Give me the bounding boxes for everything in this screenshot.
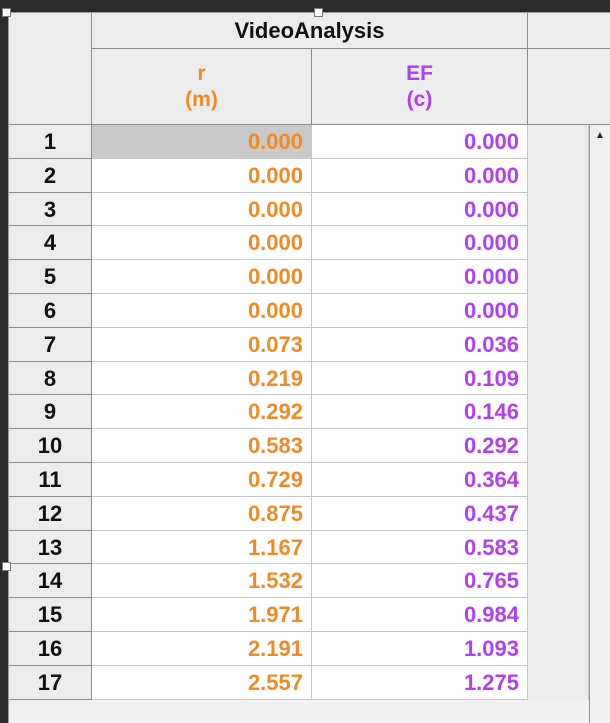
data-table: VideoAnalysis r (m) EF (c) 1 0.000 0.000 2 0…	[8, 12, 610, 723]
cell-ef[interactable]: 0.000	[312, 158, 528, 193]
cell-ef[interactable]: 0.292	[312, 429, 528, 463]
empty-cell	[528, 361, 589, 396]
cell-ef[interactable]: 0.000	[312, 226, 528, 261]
cell-r[interactable]: 2.191	[92, 632, 312, 666]
row-number[interactable]: 11	[9, 463, 92, 497]
group-header-row: VideoAnalysis	[9, 13, 610, 49]
empty-cell	[528, 632, 589, 666]
resize-handle-icon[interactable]	[314, 8, 323, 17]
cell-r[interactable]: 2.557	[92, 665, 312, 700]
empty-cell	[528, 496, 589, 531]
cell-r[interactable]: 0.000	[92, 294, 312, 328]
row-number[interactable]: 7	[9, 327, 92, 362]
row-number[interactable]: 3	[9, 192, 92, 227]
empty-cell	[528, 125, 589, 159]
corner-cell-lower	[9, 49, 92, 125]
row-number[interactable]: 9	[9, 395, 92, 430]
cell-r[interactable]: 0.000	[92, 125, 312, 159]
data-table-panel: VideoAnalysis r (m) EF (c) 1 0.000 0.000 2 0…	[0, 0, 610, 723]
empty-cell	[528, 226, 589, 261]
row-number[interactable]: 5	[9, 260, 92, 294]
row-number[interactable]: 17	[9, 665, 92, 700]
empty-cell	[528, 564, 589, 599]
column-unit-ef: (c)	[406, 88, 433, 111]
cell-r[interactable]: 0.000	[92, 226, 312, 261]
column-name-r: r	[197, 62, 206, 85]
cell-r[interactable]: 0.073	[92, 327, 312, 362]
empty-header-cell	[528, 49, 610, 125]
cell-ef[interactable]: 0.437	[312, 496, 528, 531]
cell-r[interactable]: 0.292	[92, 395, 312, 430]
cell-ef[interactable]: 0.000	[312, 192, 528, 227]
cell-ef[interactable]: 0.109	[312, 361, 528, 396]
empty-cell	[528, 158, 589, 193]
cell-r[interactable]: 1.971	[92, 598, 312, 632]
resize-handle-icon[interactable]	[2, 8, 11, 17]
empty-cell	[528, 192, 589, 227]
empty-group-cell	[528, 13, 610, 49]
vertical-scrollbar[interactable]: ▲	[589, 125, 610, 723]
cell-ef[interactable]: 0.583	[312, 530, 528, 565]
cell-ef[interactable]: 0.146	[312, 395, 528, 430]
scroll-up-arrow-icon[interactable]: ▲	[593, 129, 607, 143]
cell-r[interactable]: 1.532	[92, 564, 312, 599]
empty-cell	[528, 294, 589, 328]
row-number[interactable]: 6	[9, 294, 92, 328]
cell-r[interactable]: 0.875	[92, 496, 312, 531]
row-number[interactable]: 13	[9, 530, 92, 565]
cell-r[interactable]: 0.000	[92, 260, 312, 294]
column-unit-r: (m)	[185, 88, 218, 111]
empty-cell	[528, 429, 589, 463]
resize-handle-icon[interactable]	[2, 562, 11, 571]
row-number[interactable]: 1	[9, 125, 92, 159]
cell-ef[interactable]: 0.765	[312, 564, 528, 599]
row-number[interactable]: 10	[9, 429, 92, 463]
cell-ef[interactable]: 0.364	[312, 463, 528, 497]
cell-ef[interactable]: 0.036	[312, 327, 528, 362]
column-name-ef: EF	[406, 62, 433, 85]
row-number[interactable]: 16	[9, 632, 92, 666]
cell-r[interactable]: 0.729	[92, 463, 312, 497]
cell-ef[interactable]: 1.093	[312, 632, 528, 666]
column-header-ef[interactable]: EF (c)	[312, 49, 528, 125]
row-number[interactable]: 15	[9, 598, 92, 632]
row-number[interactable]: 14	[9, 564, 92, 599]
empty-cell	[528, 395, 589, 430]
cell-ef[interactable]: 0.000	[312, 125, 528, 159]
cell-ef[interactable]: 0.000	[312, 260, 528, 294]
empty-cell	[528, 530, 589, 565]
cell-ef[interactable]: 1.275	[312, 665, 528, 700]
column-header-row: r (m) EF (c)	[9, 49, 610, 125]
empty-cell	[528, 463, 589, 497]
cell-r[interactable]: 0.219	[92, 361, 312, 396]
empty-cell	[528, 598, 589, 632]
empty-cell	[528, 327, 589, 362]
cell-r[interactable]: 0.000	[92, 192, 312, 227]
cell-r[interactable]: 1.167	[92, 530, 312, 565]
row-number[interactable]: 8	[9, 361, 92, 396]
row-number[interactable]: 2	[9, 158, 92, 193]
cell-ef[interactable]: 0.984	[312, 598, 528, 632]
row-number[interactable]: 4	[9, 226, 92, 261]
cell-r[interactable]: 0.000	[92, 158, 312, 193]
corner-cell	[9, 13, 92, 49]
column-header-r[interactable]: r (m)	[92, 49, 312, 125]
empty-cell	[528, 260, 589, 294]
group-title[interactable]: VideoAnalysis	[92, 13, 528, 49]
cell-ef[interactable]: 0.000	[312, 294, 528, 328]
cell-r[interactable]: 0.583	[92, 429, 312, 463]
empty-cell	[528, 665, 589, 700]
row-number[interactable]: 12	[9, 496, 92, 531]
